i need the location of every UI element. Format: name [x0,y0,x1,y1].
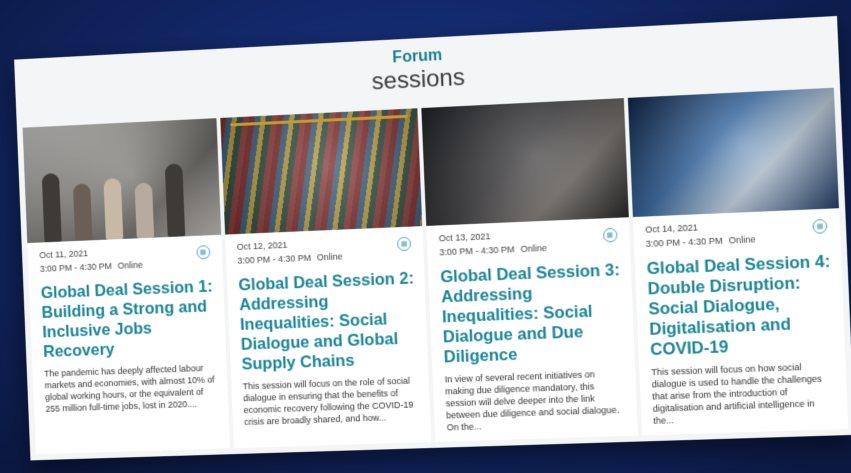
session-card-1[interactable]: Oct 11, 2021 3:00 PM - 4:30 PM Online ▦ G… [22,118,230,455]
session-body-2: Oct 12, 2021 3:00 PM - 4:30 PM Online ▦ G… [225,226,431,436]
session-card-2[interactable]: Oct 12, 2021 3:00 PM - 4:30 PM Online ▦ G… [219,108,432,449]
session-image-3[interactable] [421,98,629,226]
session-time: 3:00 PM - 4:30 PM Online [39,259,143,274]
session-description: This session will focus on how social di… [651,361,823,426]
session-cards: Oct 11, 2021 3:00 PM - 4:30 PM Online ▦ G… [22,87,849,455]
session-description: The pandemic has deeply affected labour … [43,363,215,414]
image-shade [421,98,629,226]
session-image-2[interactable] [219,108,423,235]
session-description: In view of several recent initiatives on… [444,369,620,433]
people-silhouettes [41,163,186,243]
person-figure [164,163,186,238]
screen: Forum sessions Oct 11, 2021 3:00 PM - 4:… [0,0,851,473]
session-time: 3:00 PM - 4:30 PM Online [237,251,343,266]
session-title[interactable]: Global Deal Session 1: Building a Strong… [40,277,216,362]
session-mode: Online [316,251,343,263]
calendar-icon[interactable]: ▦ [602,227,618,243]
session-body-4: Oct 14, 2021 3:00 PM - 4:30 PM Online ▦ G… [632,208,848,435]
session-body-1: Oct 11, 2021 3:00 PM - 4:30 PM Online ▦ G… [27,235,228,423]
calendar-icon[interactable]: ▦ [195,245,211,260]
session-card-4[interactable]: Oct 14, 2021 3:00 PM - 4:30 PM Online ▦ G… [627,87,849,436]
session-title[interactable]: Global Deal Session 2: Addressing Inequa… [238,268,418,374]
session-card-3[interactable]: Oct 13, 2021 3:00 PM - 4:30 PM Online ▦ G… [421,98,638,442]
session-mode: Online [728,234,756,246]
forum-sessions-panel: Forum sessions Oct 11, 2021 3:00 PM - 4:… [14,15,851,461]
session-image-1[interactable] [22,118,221,244]
session-mode: Online [520,242,548,255]
session-description: This session will focus on the role of s… [242,375,414,428]
session-time: 3:00 PM - 4:30 PM Online [439,242,548,258]
person-figure [41,173,62,243]
person-figure [103,178,124,240]
session-title[interactable]: Global Deal Session 3: Addressing Inequa… [440,260,624,367]
session-image-4[interactable] [627,87,839,218]
person-figure [134,182,155,239]
person-figure [72,183,93,242]
session-time: 3:00 PM - 4:30 PM Online [645,234,756,249]
session-mode: Online [117,259,143,271]
image-shade [627,87,839,218]
session-title[interactable]: Global Deal Session 4: Double Disruption… [646,252,834,361]
session-body-3: Oct 13, 2021 3:00 PM - 4:30 PM Online ▦ G… [426,217,637,442]
